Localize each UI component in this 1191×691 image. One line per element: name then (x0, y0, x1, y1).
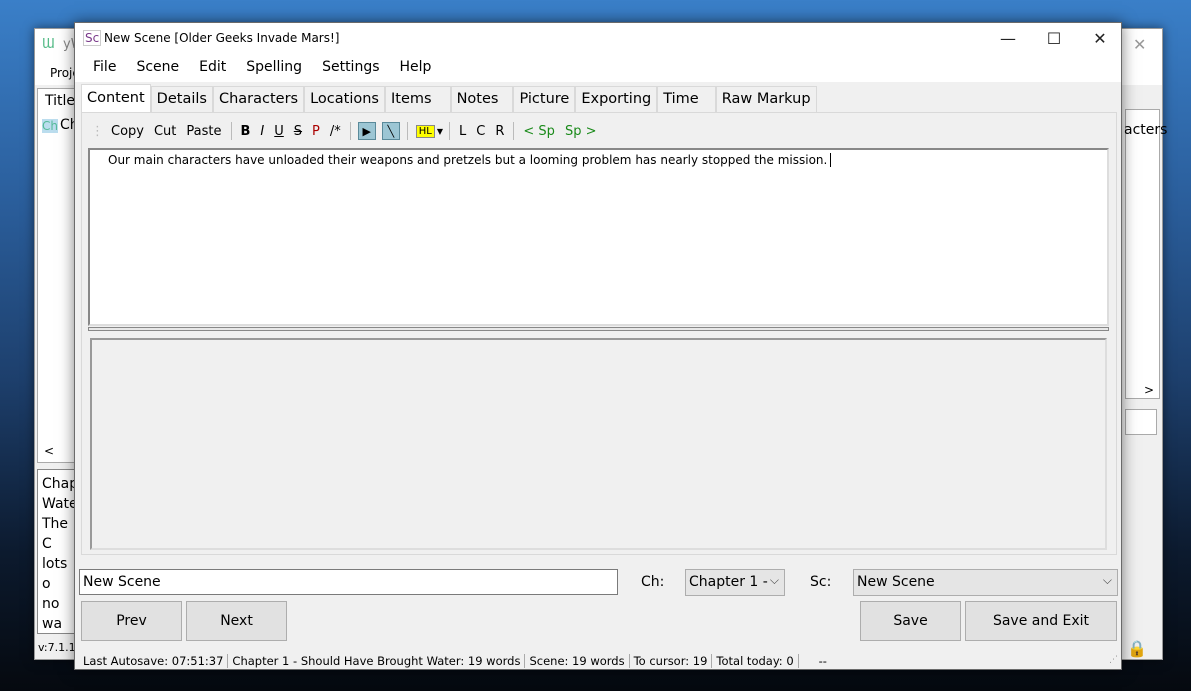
dropdown-arrow-icon[interactable]: ▼ (435, 127, 445, 136)
app-logo-icon: Ɯ (42, 37, 55, 52)
tab-raw-markup[interactable]: Raw Markup (715, 86, 817, 112)
align-left-button[interactable]: L (454, 124, 471, 139)
scene-value: New Scene (857, 574, 935, 590)
lower-pane[interactable] (90, 338, 1107, 550)
window-title: New Scene [Older Geeks Invade Mars!] (104, 31, 340, 45)
tab-details[interactable]: Details (150, 86, 213, 112)
status-extra: -- (818, 654, 827, 668)
status-to-cursor: To cursor: 19 (630, 654, 713, 668)
format-toolbar: ⋮ Copy Cut Paste B I U S P /* ▶ ╲ HL ▼ L… (89, 119, 601, 143)
scene-select[interactable]: New Scene ⌵ (853, 569, 1118, 596)
chevron-down-icon: ⌵ (769, 573, 779, 587)
scene-editor-window: Sc New Scene [Older Geeks Invade Mars!] … (74, 22, 1122, 670)
tab-items[interactable]: Items (385, 86, 451, 112)
highlight-button[interactable]: HL (415, 124, 435, 138)
paragraph-button[interactable]: P (307, 124, 325, 139)
lock-icon[interactable]: 🔒 (1127, 639, 1147, 658)
tab-bar: Content Details Characters Locations Ite… (81, 84, 817, 112)
status-autosave: Last Autosave: 07:51:37 (79, 654, 229, 668)
notes-line: lots o (42, 556, 68, 592)
tab-characters[interactable]: Characters (212, 86, 305, 112)
paste-button[interactable]: Paste (181, 124, 226, 139)
toolbar-grip[interactable]: ⋮ (89, 124, 106, 139)
chapter-icon: Ch (42, 119, 58, 133)
status-scene-words: Scene: 19 words (525, 654, 630, 668)
right-list-header: acters (1124, 122, 1168, 138)
tab-content[interactable]: Content (81, 84, 151, 112)
list-header: Title (45, 93, 76, 109)
description-box[interactable]: Chap Wate The C lots o no wa (37, 469, 77, 634)
wand-icon[interactable]: ╲ (381, 122, 400, 140)
minimize-button[interactable]: — (985, 23, 1031, 54)
content-text: Our main characters have unloaded their … (108, 153, 828, 167)
bold-button[interactable]: B (236, 124, 256, 139)
chevron-down-icon: ⌵ (1102, 573, 1112, 587)
align-right-button[interactable]: R (490, 124, 509, 139)
notes-line: Wate (42, 496, 77, 512)
close-button[interactable]: ✕ (1077, 23, 1123, 54)
right-list[interactable]: acters > (1124, 109, 1167, 399)
italic-button[interactable]: I (255, 124, 269, 139)
align-center-button[interactable]: C (471, 124, 490, 139)
scene-content-editor[interactable]: Our main characters have unloaded their … (88, 148, 1109, 326)
chapter-value: Chapter 1 - (689, 574, 768, 590)
menu-edit[interactable]: Edit (189, 54, 236, 82)
status-total-today: Total today: 0 (712, 654, 799, 668)
prev-button[interactable]: Prev (81, 601, 182, 641)
notes-line: Chap (42, 476, 77, 492)
play-icon[interactable]: ▶ (357, 122, 376, 140)
version-label: v:7.1.1. (38, 641, 80, 654)
notes-line: no wa (42, 596, 63, 632)
tab-locations[interactable]: Locations (304, 86, 385, 112)
strikethrough-button[interactable]: S (289, 124, 307, 139)
scroll-right-icon[interactable]: > (1144, 383, 1154, 397)
close-icon[interactable]: ✕ (1133, 35, 1146, 54)
resize-grip-icon[interactable]: ⋰ (1109, 655, 1118, 665)
save-and-exit-button[interactable]: Save and Exit (965, 601, 1117, 641)
save-button[interactable]: Save (860, 601, 961, 641)
splitter-handle[interactable] (88, 327, 1109, 331)
scene-app-icon: Sc (83, 30, 102, 46)
notes-line: The C (42, 516, 69, 552)
menu-help[interactable]: Help (390, 54, 442, 82)
menu-file[interactable]: File (83, 54, 126, 82)
status-chapter-words: Chapter 1 - Should Have Brought Water: 1… (228, 654, 526, 668)
underline-button[interactable]: U (269, 124, 289, 139)
next-button[interactable]: Next (186, 601, 287, 641)
right-input[interactable] (1125, 409, 1157, 435)
cut-button[interactable]: Cut (149, 124, 181, 139)
title-bar: Sc New Scene [Older Geeks Invade Mars!] … (75, 23, 1121, 54)
maximize-button[interactable]: ☐ (1031, 23, 1077, 54)
menu-scene[interactable]: Scene (126, 54, 189, 82)
chapter-list[interactable]: Title Ch Ch < (37, 88, 79, 463)
menu-spelling[interactable]: Spelling (236, 54, 312, 82)
copy-button[interactable]: Copy (106, 124, 149, 139)
menu-bar: File Scene Edit Spelling Settings Help (75, 54, 1121, 82)
menu-settings[interactable]: Settings (312, 54, 389, 82)
tab-time[interactable]: Time (657, 86, 716, 112)
tab-notes[interactable]: Notes (450, 86, 514, 112)
scroll-left-icon[interactable]: < (44, 444, 54, 458)
status-bar: Last Autosave: 07:51:37 Chapter 1 - Shou… (79, 651, 831, 671)
chapter-select[interactable]: Chapter 1 - ⌵ (685, 569, 785, 596)
chapter-label: Ch: (641, 574, 665, 590)
next-spelling-button[interactable]: Sp > (560, 124, 602, 139)
tab-picture[interactable]: Picture (513, 86, 576, 112)
comment-button[interactable]: /* (325, 124, 346, 139)
tab-exporting[interactable]: Exporting (575, 86, 658, 112)
prev-spelling-button[interactable]: < Sp (518, 124, 560, 139)
scene-name-input[interactable]: New Scene (79, 569, 618, 595)
scene-label: Sc: (810, 574, 832, 590)
